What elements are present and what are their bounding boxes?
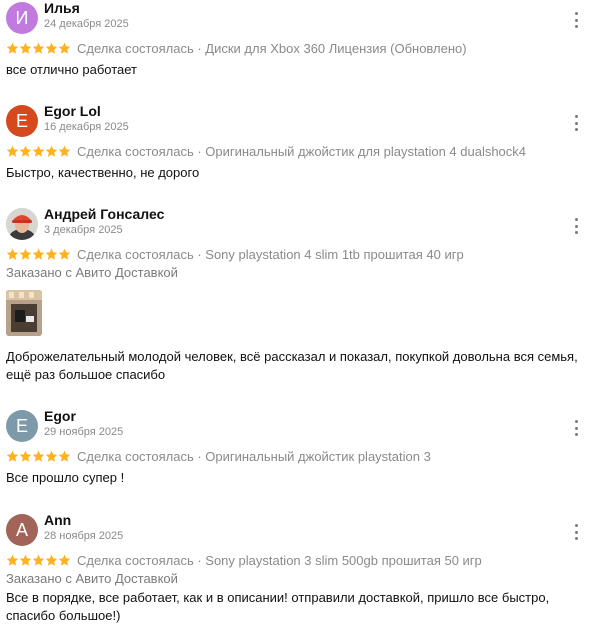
review-photo-image: [6, 290, 42, 336]
reviewer-name[interactable]: Илья: [44, 0, 80, 16]
avatar-photo-icon: [6, 208, 38, 240]
review-meta-row: Сделка состоялась · Оригинальный джойсти…: [6, 143, 526, 159]
deal-info: Сделка состоялась · Диски для Xbox 360 Л…: [77, 40, 467, 56]
star-icon: [45, 554, 58, 566]
review-meta-row: Сделка состоялась · Sony playstation 3 s…: [6, 552, 482, 568]
star-rating: [6, 42, 71, 55]
avatar-initial: E: [15, 111, 28, 131]
deal-info: Сделка состоялась · Sony playstation 3 s…: [77, 552, 482, 568]
star-icon: [6, 450, 19, 462]
deal-info: Сделка состоялась · Sony playstation 4 s…: [77, 246, 464, 262]
star-icon: [32, 145, 45, 157]
star-icon: [32, 42, 45, 54]
more-options-icon[interactable]: [570, 115, 582, 131]
more-options-icon[interactable]: [570, 218, 582, 234]
star-icon: [19, 145, 32, 157]
avatar-initial: A: [15, 520, 28, 540]
avatar-initial: И: [15, 8, 29, 28]
star-icon: [19, 450, 32, 462]
review-text: Быстро, качественно, не дорого: [6, 165, 200, 180]
review-date: 24 декабря 2025: [44, 18, 129, 30]
star-rating: [6, 554, 71, 567]
star-icon: [58, 554, 71, 566]
avatar[interactable]: И: [6, 2, 38, 34]
review-date: 29 ноября 2025: [44, 426, 124, 438]
review-date: 3 декабря 2025: [44, 224, 123, 236]
star-icon: [58, 145, 71, 157]
star-rating: [6, 145, 71, 158]
star-icon: [58, 450, 71, 462]
review-meta-row: Сделка состоялась · Оригинальный джойсти…: [6, 448, 431, 464]
star-icon: [32, 450, 45, 462]
star-rating: [6, 248, 71, 261]
star-icon: [6, 554, 19, 566]
star-icon: [19, 554, 32, 566]
review-text: все отлично работает: [6, 62, 137, 77]
reviewer-name[interactable]: Egor Lol: [44, 103, 101, 119]
review-text: Все в порядке, все работает, как и в опи…: [6, 590, 550, 623]
star-icon: [32, 554, 45, 566]
reviewer-name[interactable]: Ann: [44, 512, 71, 528]
star-icon: [6, 145, 19, 157]
reviewer-name[interactable]: Egor: [44, 408, 76, 424]
star-icon: [6, 42, 19, 54]
star-icon: [45, 248, 58, 260]
review-text: Доброжелательный молодой человек, всё ра…: [6, 349, 578, 382]
star-icon: [19, 248, 32, 260]
deal-info: Сделка состоялась · Оригинальный джойсти…: [77, 448, 431, 464]
more-options-icon[interactable]: [570, 420, 582, 436]
star-icon: [45, 42, 58, 54]
review-photo-thumbnail[interactable]: [6, 290, 42, 336]
star-icon: [19, 42, 32, 54]
avatar[interactable]: E: [6, 410, 38, 442]
star-icon: [45, 145, 58, 157]
star-icon: [45, 450, 58, 462]
delivery-note: Заказано с Авито Доставкой: [6, 265, 178, 280]
review-text: Все прошло супер !: [6, 470, 125, 485]
star-icon: [58, 42, 71, 54]
avatar[interactable]: E: [6, 105, 38, 137]
star-icon: [58, 248, 71, 260]
avatar-initial: E: [15, 416, 28, 436]
star-icon: [6, 248, 19, 260]
more-options-icon[interactable]: [570, 524, 582, 540]
star-rating: [6, 450, 71, 463]
review-date: 16 декабря 2025: [44, 121, 129, 133]
avatar[interactable]: A: [6, 514, 38, 546]
more-options-icon[interactable]: [570, 12, 582, 28]
deal-info: Сделка состоялась · Оригинальный джойсти…: [77, 143, 527, 159]
review-date: 28 ноября 2025: [44, 530, 124, 542]
review-meta-row: Сделка состоялась · Sony playstation 4 s…: [6, 246, 464, 262]
review-meta-row: Сделка состоялась · Диски для Xbox 360 Л…: [6, 40, 467, 56]
reviewer-name[interactable]: Андрей Гонсалес: [44, 206, 164, 222]
avatar-photo[interactable]: [6, 208, 38, 240]
delivery-note: Заказано с Авито Доставкой: [6, 571, 178, 586]
star-icon: [32, 248, 45, 260]
